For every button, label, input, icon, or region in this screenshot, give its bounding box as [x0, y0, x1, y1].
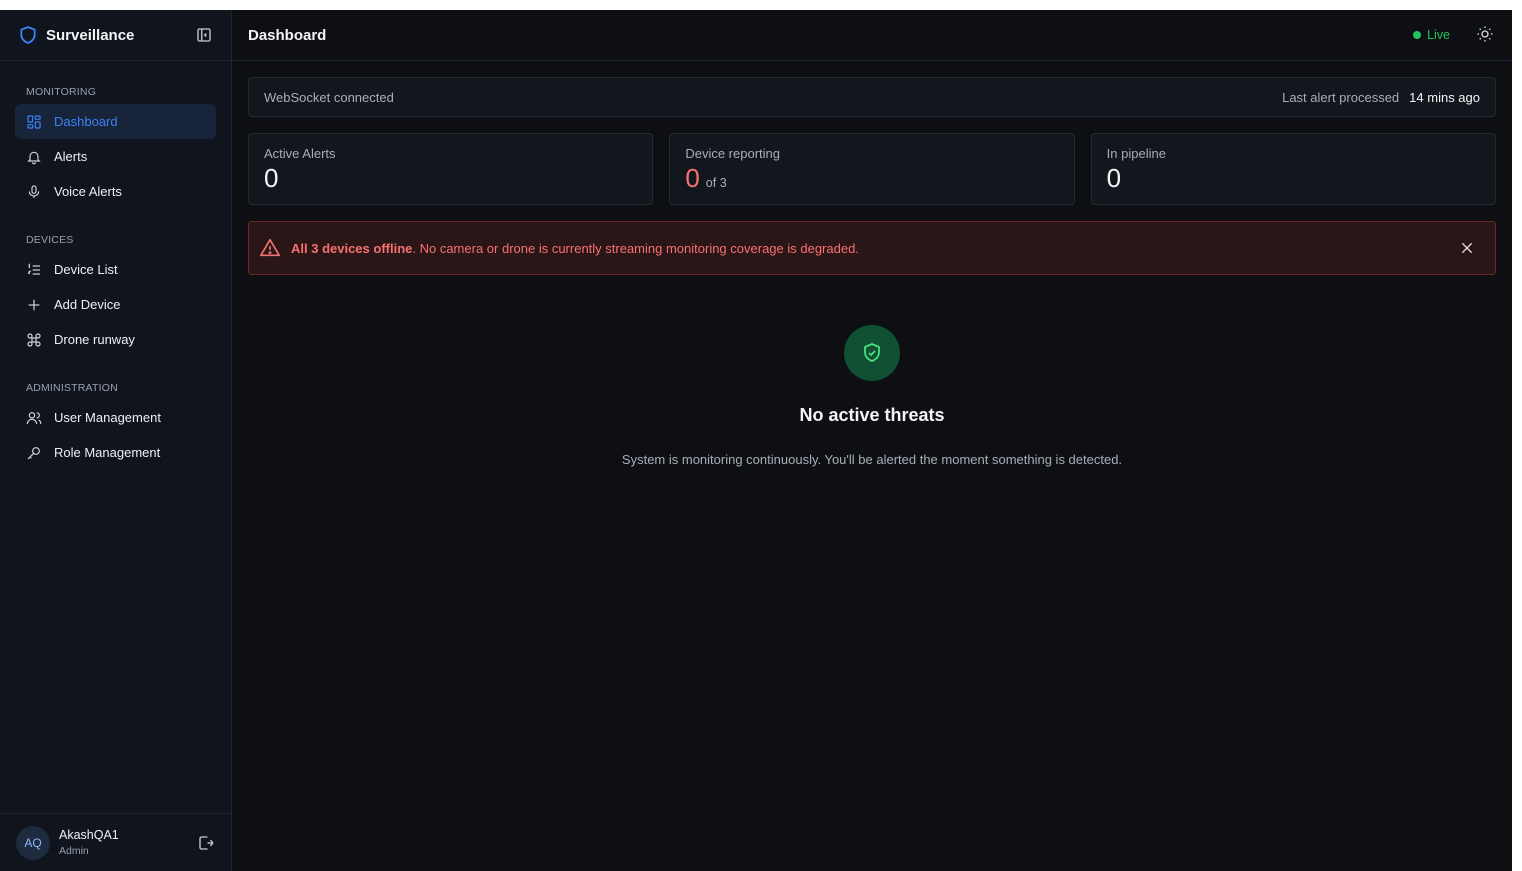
bell-icon [26, 149, 42, 165]
main-area: Dashboard Live WebSocket connected Last … [232, 10, 1512, 871]
user-meta: AkashQA1 Admin [59, 828, 197, 857]
users-icon [26, 410, 42, 426]
empty-state-description: System is monitoring continuously. You'l… [621, 452, 1123, 467]
sidebar-item-voice-alerts[interactable]: Voice Alerts [15, 174, 216, 209]
sidebar-item-alerts[interactable]: Alerts [15, 139, 216, 174]
sun-icon[interactable] [1476, 25, 1496, 45]
user-profile: AQ AkashQA1 Admin [0, 813, 231, 871]
sidebar-item-label: Add Device [54, 297, 121, 312]
shield-check-icon [844, 325, 900, 381]
stat-card-active-alerts: Active Alerts 0 [248, 133, 654, 205]
sidebar-nav: MONITORING Dashboard Alerts Voice Alerts [0, 61, 231, 813]
stat-label: In pipeline [1106, 146, 1166, 161]
alert-strong-text: All 3 devices offline [291, 240, 413, 256]
stat-label: Active Alerts [264, 146, 336, 161]
dashboard-content: WebSocket connected Last alert processed… [232, 61, 1512, 467]
brand-header: Surveillance [0, 10, 231, 61]
list-icon [26, 262, 42, 278]
alert-body-text: . No camera or drone is currently stream… [412, 240, 859, 256]
stat-value: 0 [264, 163, 279, 193]
sidebar-item-role-management[interactable]: Role Management [15, 435, 216, 470]
warning-icon [259, 237, 281, 259]
last-alert-value: 14 mins ago [1409, 89, 1480, 105]
section-title-devices: DEVICES [26, 234, 74, 246]
stat-value: 0 [1106, 163, 1122, 193]
sidebar-item-dashboard[interactable]: Dashboard [15, 104, 216, 139]
microphone-icon [26, 184, 42, 200]
sidebar-item-label: Voice Alerts [54, 184, 122, 199]
drone-icon [26, 332, 42, 348]
live-label: Live [1427, 28, 1450, 42]
dashboard-icon [26, 114, 42, 130]
last-alert-label: Last alert processed [1282, 89, 1400, 105]
live-indicator: Live [1413, 28, 1450, 42]
websocket-status: WebSocket connected [264, 89, 394, 105]
sidebar-item-label: Role Management [54, 445, 161, 460]
stat-card-in-pipeline: In pipeline 0 [1090, 133, 1496, 205]
brand-title: Surveillance [46, 26, 135, 44]
sidebar-item-label: Dashboard [54, 114, 118, 129]
section-title-administration: ADMINISTRATION [26, 382, 118, 394]
sidebar-item-label: Drone runway [54, 332, 135, 347]
shield-icon [18, 25, 38, 45]
offline-alert-banner: All 3 devices offline. No camera or dron… [248, 221, 1496, 275]
page-title: Dashboard [248, 26, 327, 44]
close-icon[interactable] [1459, 240, 1475, 256]
user-name: AkashQA1 [59, 828, 119, 842]
stats-row: Active Alerts 0 Device reporting 0 of 3 … [248, 133, 1496, 205]
sidebar-item-label: User Management [54, 410, 161, 425]
logout-icon[interactable] [197, 834, 215, 852]
stat-value: 0 [685, 163, 700, 193]
empty-state: No active threats System is monitoring c… [248, 325, 1496, 467]
sidebar: Surveillance MONITORING Dashboard Alerts [0, 10, 232, 871]
plus-icon [26, 297, 42, 313]
key-icon [26, 445, 42, 461]
sidebar-item-device-list[interactable]: Device List [15, 252, 216, 287]
sidebar-item-add-device[interactable]: Add Device [15, 287, 216, 322]
stat-card-device-reporting: Device reporting 0 of 3 [669, 133, 1075, 205]
sidebar-item-label: Device List [54, 262, 118, 277]
section-title-monitoring: MONITORING [26, 86, 97, 98]
app-window: Surveillance MONITORING Dashboard Alerts [0, 10, 1512, 871]
top-bar: Dashboard Live [232, 10, 1512, 61]
alert-message: All 3 devices offline. No camera or dron… [291, 241, 1459, 256]
empty-state-title: No active threats [799, 405, 945, 425]
sidebar-item-drone-runway[interactable]: Drone runway [15, 322, 216, 357]
avatar[interactable]: AQ [16, 825, 50, 860]
user-role: Admin [59, 845, 89, 857]
live-dot-icon [1413, 31, 1422, 39]
sidebar-item-user-management[interactable]: User Management [15, 400, 216, 435]
sidebar-collapse-icon[interactable] [195, 26, 213, 44]
stat-label: Device reporting [685, 146, 780, 161]
websocket-status-bar: WebSocket connected Last alert processed… [248, 77, 1496, 117]
stat-sub: of 3 [705, 176, 727, 190]
sidebar-item-label: Alerts [54, 149, 88, 164]
